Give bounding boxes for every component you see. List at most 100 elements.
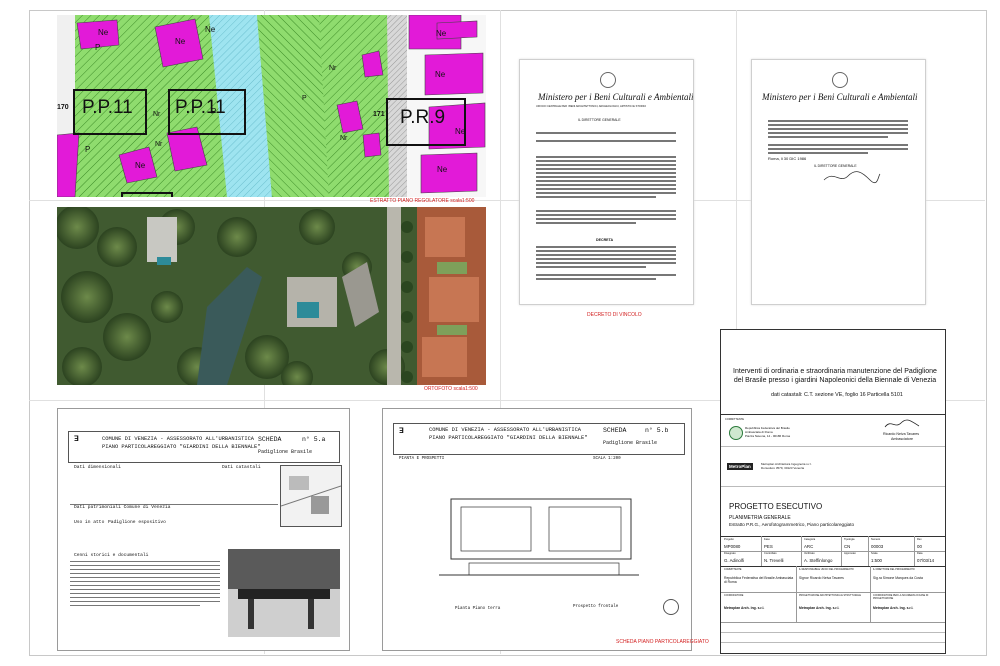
emblem-icon [832, 72, 848, 88]
text-line [70, 581, 220, 582]
project-title: Interventi di ordinaria e straordinaria … [733, 368, 937, 384]
text-line [768, 152, 868, 154]
text-line [70, 561, 220, 562]
divider [721, 536, 945, 537]
bottom-header: COMMITTENTE [724, 568, 742, 571]
ambassador-name: Ricardo Neiva Tavares [883, 432, 920, 436]
table-value: 00003 [871, 544, 884, 549]
scheda-label: SCHEDA [603, 427, 627, 434]
map-caption: ESTRATTO PIANO REGOLATORE scala1:500 [370, 198, 475, 204]
text-line [70, 565, 220, 566]
orthophoto-image [57, 207, 486, 385]
divider [721, 486, 945, 487]
scheda-label: SCHEDA [258, 436, 282, 443]
table-header: Fase [764, 538, 770, 541]
scheda-title1: COMUNE DI VENEZIA - ASSESSORATO ALL'URBA… [429, 427, 582, 433]
dati-patrimoniali: Dati patrimoniali Comune di Venezia [74, 505, 171, 510]
ambassador-signature [884, 419, 920, 428]
text-line [536, 156, 676, 158]
zone-small-label: Ne [455, 127, 466, 136]
scheda-caption: SCHEDA PIANO PARTICOLAREGGIATO [616, 639, 709, 645]
zone-small-label: Nr [153, 111, 161, 118]
table-value: 00 [917, 544, 922, 549]
text-line [536, 274, 676, 276]
table-header: Tipologia [844, 538, 855, 541]
row-number: 171 [373, 111, 385, 118]
text-line [536, 132, 676, 134]
text-line [536, 164, 676, 166]
firm-logo: MetroPlan [727, 463, 753, 470]
table-header: Numero [871, 538, 881, 541]
divider [796, 566, 797, 622]
ministry-header: Ministero per i Beni Culturali e Ambient… [538, 92, 694, 102]
table-value: 07/03/14 [917, 558, 935, 563]
place-date: Roma, li 30 DIC 1986 [768, 156, 807, 161]
text-line [536, 160, 676, 162]
ministry-header: Ministero per i Beni Culturali e Ambient… [762, 92, 918, 102]
text-line [70, 597, 220, 598]
site-plan-thumbnail [280, 465, 342, 527]
row-number: 170 [57, 104, 69, 111]
divider [721, 632, 945, 633]
scheda-number: n° 5.b [645, 427, 669, 434]
prg-map: P.P.11 P.P.11 P.R.9 170 171 P P Nr Ne Ne… [57, 15, 486, 197]
table-header: Data [917, 552, 923, 555]
zone-small-label: Nr [155, 141, 163, 148]
pavilion-photo [228, 549, 340, 637]
lion-logo: Ǝ [74, 435, 79, 444]
emblem-icon [600, 72, 616, 88]
sheet-title: PLANIMETRIA GENERALE [729, 515, 791, 521]
zone-small-label: Ne [98, 28, 109, 37]
text-line [536, 278, 656, 280]
text-line [768, 132, 908, 134]
table-header: Categoria [804, 538, 816, 541]
text-line [70, 601, 220, 602]
text-line [536, 246, 676, 248]
divider [801, 536, 802, 566]
text-line [536, 140, 676, 142]
firm-line: Dorsoduro 3579, 30123 Venezia [761, 466, 805, 470]
scheda-title2: PIANO PARTICOLAREGGIATO "GIARDINI DELLA … [429, 435, 588, 441]
text-line [536, 218, 676, 220]
divider [868, 536, 869, 566]
bottom-header: IL DIRETTORE DEL PROCEDIMENTO [873, 568, 915, 571]
table-value: 1:500 [871, 558, 882, 563]
zone-small-label: Ne [437, 165, 448, 174]
scheda-title2: PIANO PARTICOLAREGGIATO "GIARDINI DELLA … [102, 444, 261, 450]
text-line [70, 589, 220, 590]
brazil-emblem-icon [729, 426, 743, 440]
text-line [768, 148, 908, 150]
text-line [768, 124, 908, 126]
divider [870, 566, 871, 622]
prospetto-label: Prospetto frontale [573, 605, 619, 609]
text-line [536, 250, 676, 252]
zone-small-label: Ne [435, 70, 446, 79]
divider [721, 642, 945, 643]
ortho-caption: ORTOFOTO scala1:500 [424, 386, 478, 392]
pavilion-name: Padiglione Brasile [603, 440, 658, 446]
scheda-5a: Ǝ COMUNE DI VENEZIA - ASSESSORATO ALL'UR… [57, 408, 350, 651]
bottom-value: Sig.ra Simone Marques da Costa [873, 576, 923, 580]
text-line [536, 262, 676, 264]
committente-label: COMMITTENTE [725, 418, 745, 421]
bottom-header: PROGETTAZIONE ARCHITETTONICA E STRUTTURA… [799, 594, 861, 597]
dati-dimensionali: Dati dimensionali [74, 465, 121, 470]
zone-small-label: P [95, 43, 101, 52]
text-line [536, 188, 676, 190]
divider [721, 622, 945, 623]
text-line [70, 593, 220, 594]
ministry-letter: Ministero per i Beni Culturali e Ambient… [751, 59, 926, 305]
zone-small-label: Nr [329, 65, 337, 72]
office-line: UFFICIO CENTRALE PER I BENI ARCHITETTONI… [536, 105, 647, 108]
table-header: Rev [917, 538, 922, 541]
text-line [768, 120, 908, 122]
divider [721, 414, 945, 415]
lion-logo: Ǝ [399, 427, 404, 436]
divider [761, 536, 762, 566]
scheda-title1: COMUNE DI VENEZIA - ASSESSORATO ALL'URBA… [102, 436, 255, 442]
text-line [70, 577, 220, 578]
scheda-number: n° 5.a [302, 436, 326, 443]
zone-small-label: Ne [175, 37, 186, 46]
sheet-subtitle: Estratto P.R.G., Aerofotogrammetrico, Pi… [729, 522, 855, 527]
decree-letter: Ministero per i Beni Culturali e Ambient… [519, 59, 694, 305]
